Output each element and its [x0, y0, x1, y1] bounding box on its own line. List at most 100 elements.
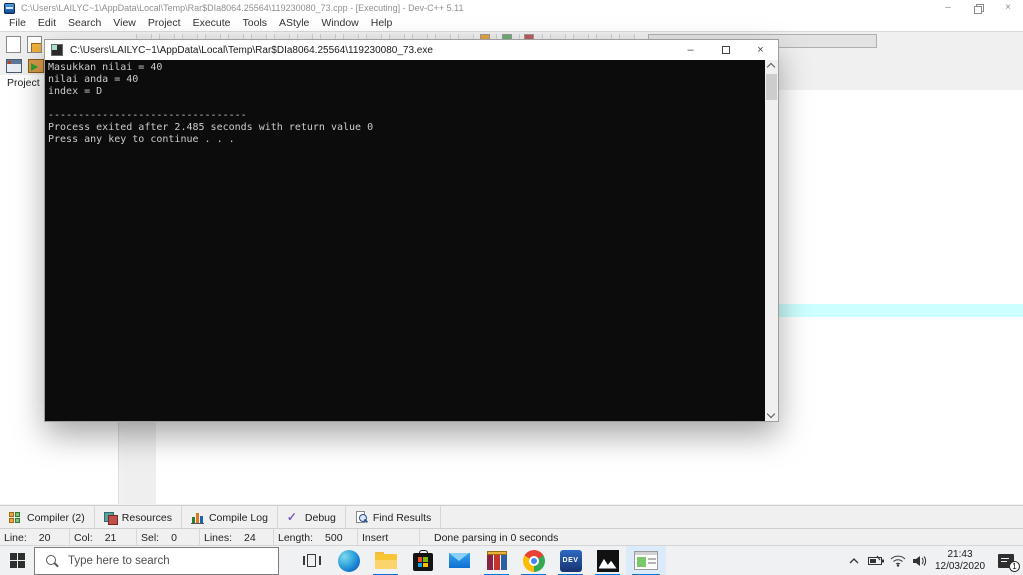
report-tab-bar: Compiler (2) Resources Compile Log ✓ Deb… [0, 505, 1023, 529]
tab-compile-log-label: Compile Log [208, 511, 268, 524]
photos-icon [596, 549, 619, 572]
console-titlebar[interactable]: C:\Users\LAILYC~1\AppData\Local\Temp\Rar… [45, 40, 778, 60]
restore-button[interactable] [963, 0, 993, 16]
start-button[interactable] [0, 546, 34, 575]
desktop-screen: C:\Users\LAILYC~1\AppData\Local\Temp\Rar… [0, 0, 1023, 575]
mail-icon [449, 553, 470, 568]
console-minimize-button[interactable]: – [673, 40, 708, 60]
new-file-icon[interactable] [6, 36, 21, 53]
status-sel: Sel: 0 [137, 529, 200, 546]
edge-icon [337, 549, 360, 572]
console-title: C:\Users\LAILYC~1\AppData\Local\Temp\Rar… [70, 44, 433, 56]
find-magnifier-icon [355, 511, 369, 524]
tray-battery[interactable] [865, 546, 887, 575]
task-view-icon [302, 553, 321, 568]
console-line: Press any key to continue . . . [48, 134, 235, 145]
menu-edit[interactable]: Edit [32, 16, 62, 31]
windows-logo-icon [9, 553, 25, 568]
speaker-icon [913, 555, 927, 566]
tray-show-hidden-icons[interactable] [843, 546, 865, 575]
menu-execute[interactable]: Execute [187, 16, 237, 31]
console-line: --------------------------------- [48, 110, 247, 121]
console-window-controls: – × [673, 40, 778, 60]
active-window-icon [634, 551, 658, 570]
chevron-up-icon [849, 557, 859, 563]
console-close-button[interactable]: × [743, 40, 778, 60]
main-window-title: C:\Users\LAILYC~1\AppData\Local\Temp\Rar… [21, 3, 464, 13]
menu-search[interactable]: Search [62, 16, 107, 31]
console-line: Process exited after 2.485 seconds with … [48, 122, 374, 133]
tab-resources[interactable]: Resources [94, 506, 182, 529]
tray-clock[interactable]: 21:43 12/03/2020 [931, 549, 989, 573]
insert-window-icon[interactable] [6, 59, 22, 73]
tray-volume[interactable] [909, 546, 931, 575]
tab-find-results-label: Find Results [372, 511, 432, 524]
taskbar-app-winrar[interactable] [478, 546, 515, 575]
scroll-down-icon[interactable] [766, 409, 776, 419]
search-input[interactable] [34, 546, 279, 575]
console-line: nilai anda = 40 [48, 74, 139, 85]
tab-project[interactable]: Project [7, 77, 40, 89]
debug-check-icon: ✓ [286, 510, 297, 524]
tab-find-results[interactable]: Find Results [345, 506, 442, 529]
store-icon [412, 550, 433, 571]
taskbar-app-store[interactable] [404, 546, 441, 575]
menu-window[interactable]: Window [315, 16, 364, 31]
open-file-icon[interactable] [27, 36, 42, 53]
battery-icon [867, 555, 884, 565]
menu-view[interactable]: View [107, 16, 142, 31]
close-button[interactable]: × [993, 0, 1023, 16]
goto-icon[interactable] [28, 59, 44, 73]
minimize-button[interactable]: – [933, 0, 963, 16]
tab-debug[interactable]: ✓ Debug [277, 506, 346, 529]
devcpp-icon: DEV [559, 549, 582, 572]
tray-wifi[interactable] [887, 546, 909, 575]
status-message: Done parsing in 0 seconds [434, 531, 559, 544]
console-app-icon [51, 44, 63, 56]
menu-bar: File Edit Search View Project Execute To… [0, 16, 1023, 31]
file-explorer-icon [374, 552, 397, 569]
taskbar-app-active-window[interactable] [626, 545, 666, 575]
taskbar-app-chrome[interactable] [515, 546, 552, 575]
console-scrollbar[interactable] [765, 60, 778, 421]
devcpp-app-icon [4, 2, 15, 14]
scrollbar-thumb[interactable] [766, 74, 777, 100]
status-bar: Line: 20 Col: 21 Sel: 0 Lines: 24 Length: 500… [0, 528, 1023, 546]
bar-chart-icon [190, 511, 204, 524]
clock-time: 21:43 [947, 548, 973, 560]
tab-compiler[interactable]: Compiler (2) [0, 506, 95, 529]
menu-tools[interactable]: Tools [237, 16, 274, 31]
resources-layers-icon [103, 511, 118, 525]
scroll-up-icon[interactable] [766, 62, 776, 72]
taskbar-search [34, 546, 279, 575]
taskbar: DEV [0, 545, 1023, 575]
taskbar-app-file-explorer[interactable] [367, 546, 404, 575]
task-view-button[interactable] [293, 546, 330, 575]
main-window-titlebar: C:\Users\LAILYC~1\AppData\Local\Temp\Rar… [0, 0, 1023, 16]
menu-help[interactable]: Help [365, 16, 399, 31]
console-line: Masukkan nilai = 40 [48, 62, 163, 73]
taskbar-app-devcpp[interactable]: DEV [552, 546, 589, 575]
taskbar-app-mail[interactable] [441, 546, 478, 575]
main-window-controls: – × [933, 0, 1023, 16]
taskbar-app-photos[interactable] [589, 546, 626, 575]
console-maximize-button[interactable] [708, 40, 743, 60]
menu-astyle[interactable]: AStyle [273, 16, 315, 31]
status-lines: Lines: 24 [200, 529, 274, 546]
notification-badge: 1 [1009, 560, 1020, 572]
restore-icon [974, 4, 984, 14]
wifi-icon [890, 555, 906, 567]
winrar-icon [486, 551, 507, 570]
status-length: Length: 500 [274, 529, 358, 546]
tab-compile-log[interactable]: Compile Log [181, 506, 278, 529]
tab-debug-label: Debug [304, 511, 336, 524]
taskbar-app-edge[interactable] [330, 546, 367, 575]
status-mode: Insert [358, 529, 420, 546]
menu-file[interactable]: File [3, 16, 32, 31]
action-center-button[interactable]: 1 [989, 546, 1023, 575]
console-line: index = D [48, 86, 103, 97]
console-output[interactable]: Masukkan nilai = 40 nilai anda = 40 inde… [45, 60, 765, 421]
status-col: Col: 21 [70, 529, 137, 546]
menu-project[interactable]: Project [142, 16, 187, 31]
